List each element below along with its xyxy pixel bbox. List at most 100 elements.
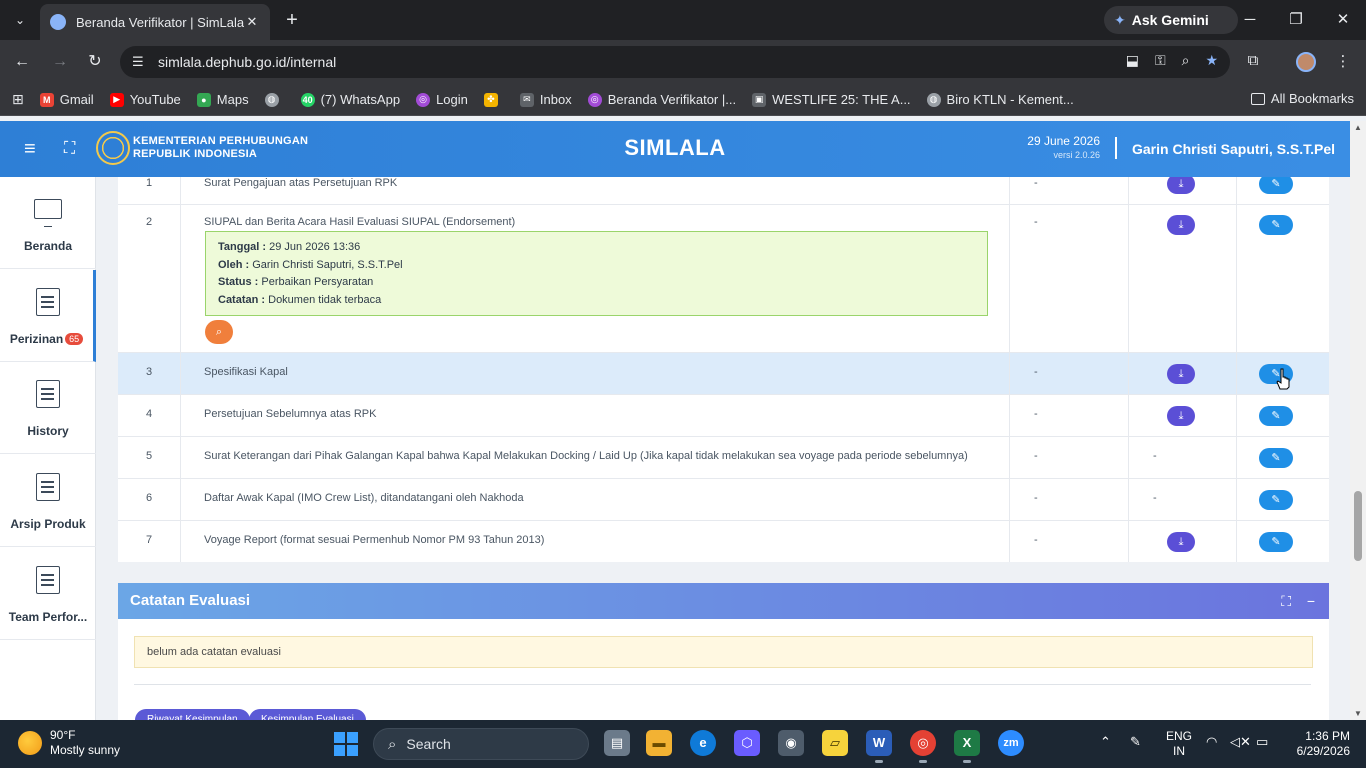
- windows-start-icon[interactable]: [334, 732, 358, 756]
- zoom-app-icon[interactable]: zm: [998, 730, 1024, 756]
- back-icon[interactable]: ←: [10, 50, 34, 74]
- tray-chevron-icon[interactable]: ⌃: [1100, 734, 1111, 750]
- gmail-icon: M: [39, 92, 54, 107]
- all-bookmarks[interactable]: All Bookmarks: [1250, 91, 1354, 106]
- fullscreen-icon[interactable]: ⛶: [64, 139, 75, 159]
- scroll-up-icon[interactable]: ▲: [1350, 123, 1366, 132]
- edit-button[interactable]: ✎: [1259, 174, 1293, 194]
- edit-button[interactable]: ✎: [1259, 490, 1293, 510]
- document-icon: [36, 473, 60, 501]
- page-scrollbar[interactable]: ▲ ▼: [1350, 121, 1366, 720]
- sidebar-item-team-performance[interactable]: Team Perfor...: [0, 548, 96, 640]
- main-content: 1 Surat Pengajuan atas Persetujuan RPK -…: [96, 174, 1350, 720]
- table-row: 2 SIUPAL dan Berita Acara Hasil Evaluasi…: [118, 205, 1329, 353]
- wifi-icon[interactable]: ◠: [1206, 734, 1217, 750]
- file-explorer-icon[interactable]: ▬: [646, 730, 672, 756]
- panel-collapse-icon[interactable]: −: [1307, 583, 1315, 619]
- language-indicator[interactable]: ENG IN: [1166, 729, 1192, 759]
- excel-icon[interactable]: X: [954, 730, 980, 763]
- url-text: simlala.dephub.go.id/internal: [158, 54, 337, 70]
- bookmark-globe[interactable]: ◍: [264, 92, 285, 107]
- bookmark-star-icon[interactable]: ★: [1205, 52, 1218, 69]
- site-info-icon[interactable]: ☰: [132, 54, 146, 70]
- tab-close-icon[interactable]: ✕: [244, 14, 260, 30]
- camera-icon[interactable]: ◉: [778, 730, 804, 756]
- download-button[interactable]: ⤓: [1167, 406, 1195, 426]
- new-tab-icon[interactable]: +: [282, 8, 302, 32]
- edit-button[interactable]: ✎: [1259, 448, 1293, 468]
- download-button[interactable]: ⤓: [1167, 215, 1195, 235]
- weather-widget[interactable]: 90°F Mostly sunny: [18, 728, 120, 758]
- battery-icon[interactable]: ▭: [1256, 734, 1268, 750]
- ask-gemini-button[interactable]: ✦ Ask Gemini: [1104, 6, 1238, 34]
- panel-expand-icon[interactable]: ⛶: [1281, 583, 1291, 619]
- edit-button[interactable]: ✎: [1259, 406, 1293, 426]
- scroll-thumb[interactable]: [1354, 491, 1362, 561]
- bookmark-beranda[interactable]: ◎ Beranda Verifikator |...: [587, 92, 736, 107]
- sidebar-item-arsip-produk[interactable]: Arsip Produk: [0, 455, 96, 547]
- edit-button[interactable]: ✎: [1259, 215, 1293, 235]
- bookmark-youtube[interactable]: ▶ YouTube: [109, 92, 181, 107]
- chrome-menu-icon[interactable]: ⋮: [1332, 52, 1354, 70]
- profile-avatar[interactable]: [1296, 52, 1316, 72]
- kesimpulan-evaluasi-button[interactable]: Kesimpulan Evaluasi: [249, 709, 366, 720]
- bookmark-maps[interactable]: ● Maps: [196, 92, 249, 107]
- row-number: 1: [118, 177, 181, 204]
- bookmark-inbox[interactable]: ✉ Inbox: [519, 92, 572, 107]
- status-dash: -: [1034, 450, 1038, 462]
- document-icon: [36, 566, 60, 594]
- pen-icon[interactable]: ✎: [1130, 734, 1141, 750]
- address-bar[interactable]: ☰ simlala.dephub.go.id/internal ⬓ ⚿ ⌕ ★: [120, 46, 1230, 78]
- word-icon[interactable]: W: [866, 730, 892, 763]
- restore-icon[interactable]: ❐: [1284, 8, 1308, 32]
- view-note-search-button[interactable]: ⌕: [205, 320, 233, 344]
- sticky-notes-icon[interactable]: ▱: [822, 730, 848, 756]
- catatan-evaluasi-header: Catatan Evaluasi ⛶ −: [118, 583, 1329, 619]
- window-close-icon[interactable]: ✕: [1331, 8, 1355, 32]
- download-button[interactable]: ⤓: [1167, 532, 1195, 552]
- row-number: 5: [118, 437, 181, 478]
- bookmark-pinwheel[interactable]: ✤: [483, 92, 504, 107]
- download-button[interactable]: ⤓: [1167, 364, 1195, 384]
- edit-button[interactable]: ✎: [1259, 532, 1293, 552]
- bookmark-gmail[interactable]: M Gmail: [39, 92, 94, 107]
- tab-search-icon[interactable]: ⌄: [8, 8, 32, 32]
- task-view-icon[interactable]: ▤: [604, 730, 630, 756]
- password-key-icon[interactable]: ⚿: [1155, 52, 1166, 69]
- chrome-icon[interactable]: ◎: [910, 730, 936, 763]
- install-app-icon[interactable]: ⬓: [1126, 52, 1139, 69]
- taskbar-search[interactable]: ⌕ Search: [373, 728, 589, 760]
- user-name[interactable]: Garin Christi Saputri, S.S.T.Pel: [1132, 141, 1335, 157]
- sidebar-item-history[interactable]: History: [0, 362, 96, 454]
- download-button[interactable]: ⤓: [1167, 174, 1195, 194]
- sun-weather-icon: [18, 731, 42, 755]
- bookmark-westlife[interactable]: ▣ WESTLIFE 25: THE A...: [752, 92, 911, 107]
- forward-icon[interactable]: →: [48, 50, 72, 74]
- table-row: 4 Persetujuan Sebelumnya atas RPK - ⤓ ✎: [118, 395, 1329, 437]
- extensions-puzzle-icon[interactable]: ⧉: [1242, 52, 1264, 69]
- scroll-down-icon[interactable]: ▼: [1350, 709, 1366, 718]
- riwayat-kesimpulan-button[interactable]: Riwayat Kesimpulan: [135, 709, 250, 720]
- bookmark-login[interactable]: ◎ Login: [416, 92, 468, 107]
- divider: [134, 684, 1311, 685]
- volume-muted-icon[interactable]: ◁✕: [1230, 734, 1251, 750]
- bookmark-whatsapp[interactable]: 40 (7) WhatsApp: [300, 92, 400, 107]
- document-name: Surat Keterangan dari Pihak Galangan Kap…: [204, 450, 968, 462]
- sidebar-item-perizinan[interactable]: Perizinan 65: [0, 270, 96, 362]
- reload-icon[interactable]: ↻: [83, 50, 107, 74]
- sidebar-item-beranda[interactable]: Beranda: [0, 177, 96, 269]
- hamburger-menu-icon[interactable]: ≡: [24, 139, 36, 159]
- status-dash: -: [1034, 366, 1038, 378]
- browser-tab-active[interactable]: Beranda Verifikator | SimLala ✕: [40, 4, 270, 40]
- ministry-name: KEMENTERIAN PERHUBUNGAN REPUBLIK INDONES…: [133, 135, 309, 160]
- status-dash: -: [1034, 216, 1038, 228]
- header-date: 29 June 2026 versi 2.0.26: [1027, 134, 1100, 160]
- copilot-icon[interactable]: ⬡: [734, 730, 760, 756]
- zoom-icon[interactable]: ⌕: [1182, 52, 1190, 69]
- apps-grid-icon[interactable]: ⊞: [12, 91, 24, 108]
- mail-icon: ✉: [519, 92, 534, 107]
- clock[interactable]: 1:36 PM 6/29/2026: [1288, 729, 1350, 759]
- edge-icon[interactable]: e: [690, 730, 716, 756]
- minimize-icon[interactable]: ─: [1238, 8, 1262, 32]
- bookmark-biro-ktln[interactable]: ◍ Biro KTLN - Kement...: [926, 92, 1074, 107]
